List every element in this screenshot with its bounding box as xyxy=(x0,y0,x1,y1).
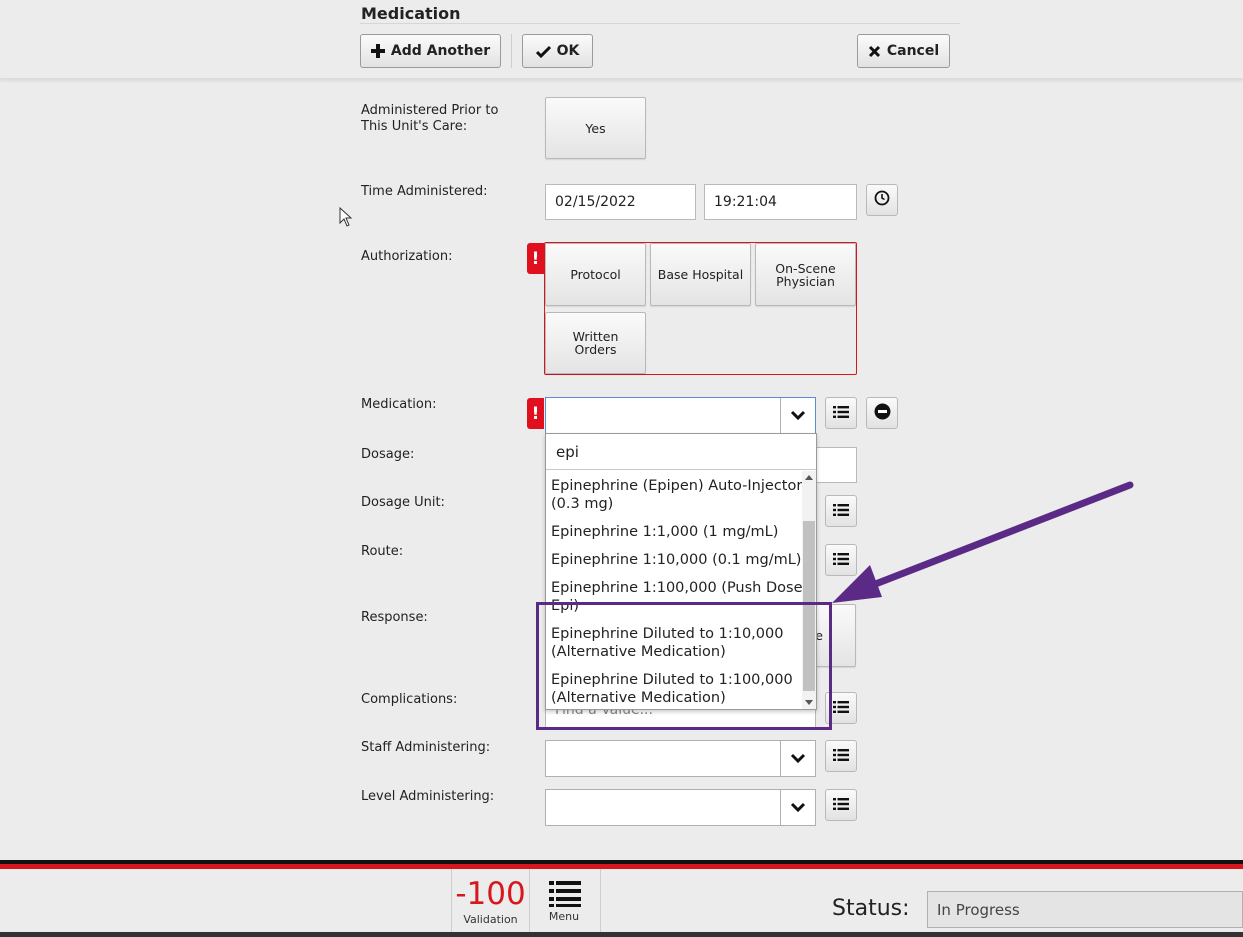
administered-prior-yes-button[interactable]: Yes xyxy=(545,97,646,159)
x-icon xyxy=(868,45,881,58)
response-label: Response: xyxy=(361,610,428,625)
medication-option[interactable]: Epinephrine 1:10,000 (0.1 mg/mL) xyxy=(551,551,802,569)
menu-button[interactable]: Menu xyxy=(528,869,601,932)
cancel-button[interactable]: Cancel xyxy=(857,34,950,68)
ok-button[interactable]: OK xyxy=(522,34,593,68)
medication-list-button[interactable] xyxy=(825,397,857,429)
chevron-down-icon xyxy=(790,406,806,425)
list-icon xyxy=(833,699,849,718)
dosage-label: Dosage: xyxy=(361,447,415,462)
medication-option[interactable]: Epinephrine (Epipen) Auto-Injector (0.3 … xyxy=(551,477,802,513)
medication-search-input[interactable]: epi xyxy=(546,434,816,470)
add-another-button[interactable]: Add Another xyxy=(360,34,501,68)
cancel-label: Cancel xyxy=(886,43,940,59)
validation-label: Validation xyxy=(463,913,518,926)
add-another-label: Add Another xyxy=(390,43,491,59)
staff-administering-select[interactable] xyxy=(545,740,816,777)
exclamation-icon: ! xyxy=(531,248,540,269)
medication-option[interactable]: Epinephrine 1:1,000 (1 mg/mL) xyxy=(551,523,802,541)
check-icon xyxy=(535,45,551,58)
authorization-base-hospital-button[interactable]: Base Hospital xyxy=(650,243,751,306)
time-administered-label: Time Administered: xyxy=(361,184,488,199)
annotation-highlight-box xyxy=(536,602,832,730)
hamburger-icon xyxy=(549,880,581,912)
medication-dropdown-toggle[interactable] xyxy=(780,398,815,433)
validation-button[interactable]: -100 Validation xyxy=(451,869,530,932)
staff-dropdown-toggle[interactable] xyxy=(780,741,815,776)
staff-administering-label: Staff Administering: xyxy=(361,740,491,755)
exclamation-icon: ! xyxy=(531,403,540,424)
time-input[interactable]: 19:21:04 xyxy=(704,184,857,220)
title-divider xyxy=(360,23,960,24)
annotation-arrow xyxy=(832,481,1134,603)
toolbar-separator xyxy=(511,34,512,68)
plus-icon xyxy=(370,44,385,58)
administered-prior-label: Administered Prior to This Unit's Care: xyxy=(361,103,499,134)
authorization-written-orders-button[interactable]: Written Orders xyxy=(545,312,646,374)
authorization-on-scene-physician-button[interactable]: On-Scene Physician xyxy=(755,243,856,306)
level-list-button[interactable] xyxy=(825,789,857,821)
authorization-protocol-button[interactable]: Protocol xyxy=(545,243,646,306)
staff-list-button[interactable] xyxy=(825,740,857,772)
complications-label: Complications: xyxy=(361,692,458,707)
chevron-down-icon xyxy=(790,798,806,817)
scroll-up-arrow[interactable] xyxy=(805,475,813,480)
list-icon xyxy=(833,796,849,815)
minus-circle-icon xyxy=(874,403,891,424)
route-label: Route: xyxy=(361,544,404,559)
level-dropdown-toggle[interactable] xyxy=(780,790,815,825)
medication-label: Medication: xyxy=(361,397,437,412)
clock-button[interactable] xyxy=(866,184,898,216)
clock-icon xyxy=(874,190,890,210)
level-administering-label: Level Administering: xyxy=(361,789,495,804)
ok-label: OK xyxy=(556,43,580,59)
cursor-icon xyxy=(339,206,353,231)
date-input[interactable]: 02/15/2022 xyxy=(545,184,696,220)
menu-label: Menu xyxy=(548,910,580,923)
medication-select[interactable] xyxy=(545,397,816,434)
dosage-unit-label: Dosage Unit: xyxy=(361,495,445,510)
page-title: Medication xyxy=(361,4,461,23)
list-icon xyxy=(833,747,849,766)
chevron-down-icon xyxy=(790,749,806,768)
validation-score: -100 xyxy=(455,876,526,912)
medication-error-badge: ! xyxy=(527,398,544,429)
medication-clear-button[interactable] xyxy=(866,397,898,429)
level-administering-select[interactable] xyxy=(545,789,816,826)
status-label: Status: xyxy=(832,896,910,921)
authorization-label: Authorization: xyxy=(361,249,453,264)
status-field[interactable]: In Progress xyxy=(927,891,1243,928)
footer-bottom-border xyxy=(0,932,1243,937)
form-header: Medication Add Another OK Cancel xyxy=(0,0,1243,79)
list-icon xyxy=(833,404,849,423)
authorization-error-badge: ! xyxy=(527,243,544,274)
